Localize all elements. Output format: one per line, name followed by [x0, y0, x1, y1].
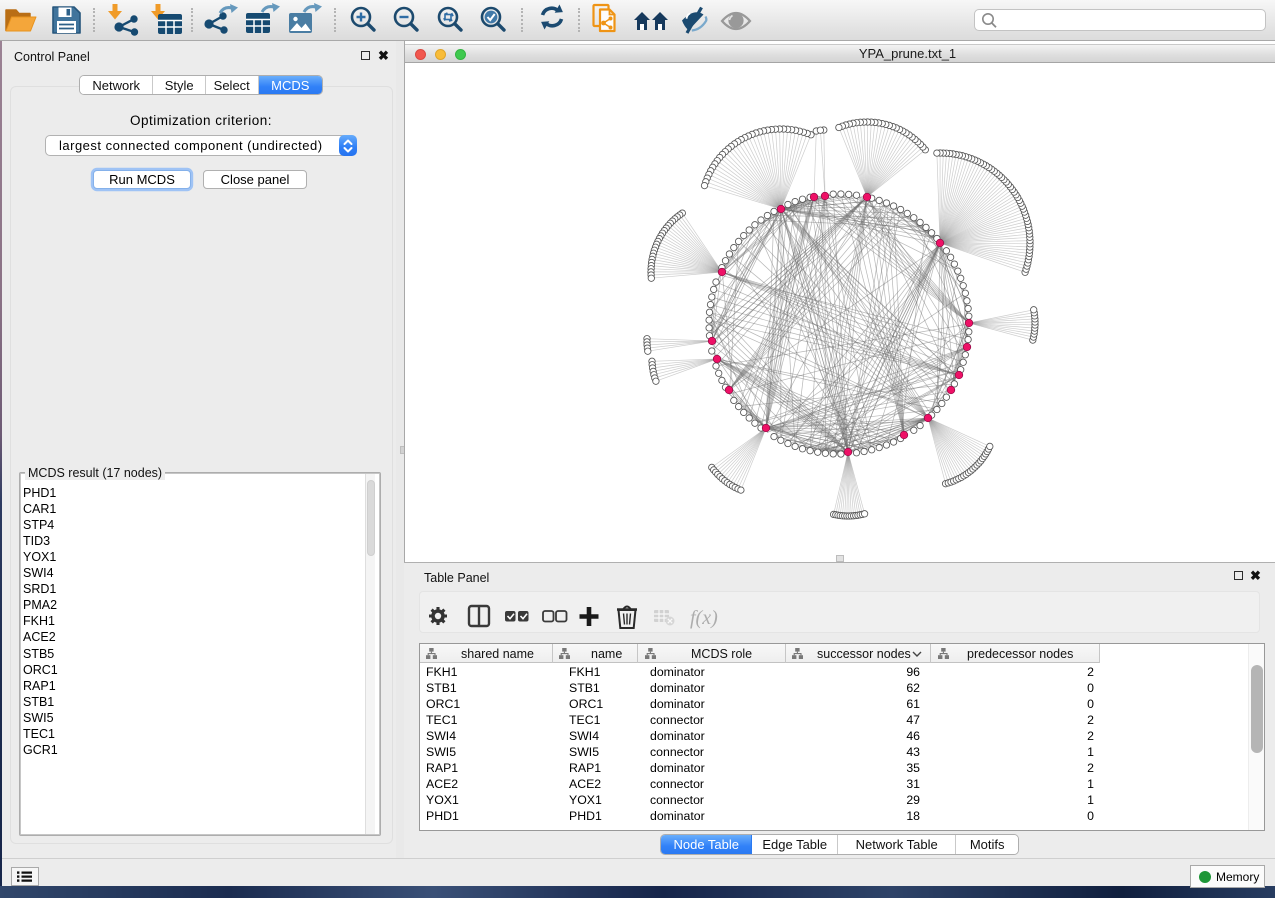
svg-text:f(x): f(x) [690, 607, 718, 629]
svg-text:Memory: Memory [1216, 870, 1259, 884]
